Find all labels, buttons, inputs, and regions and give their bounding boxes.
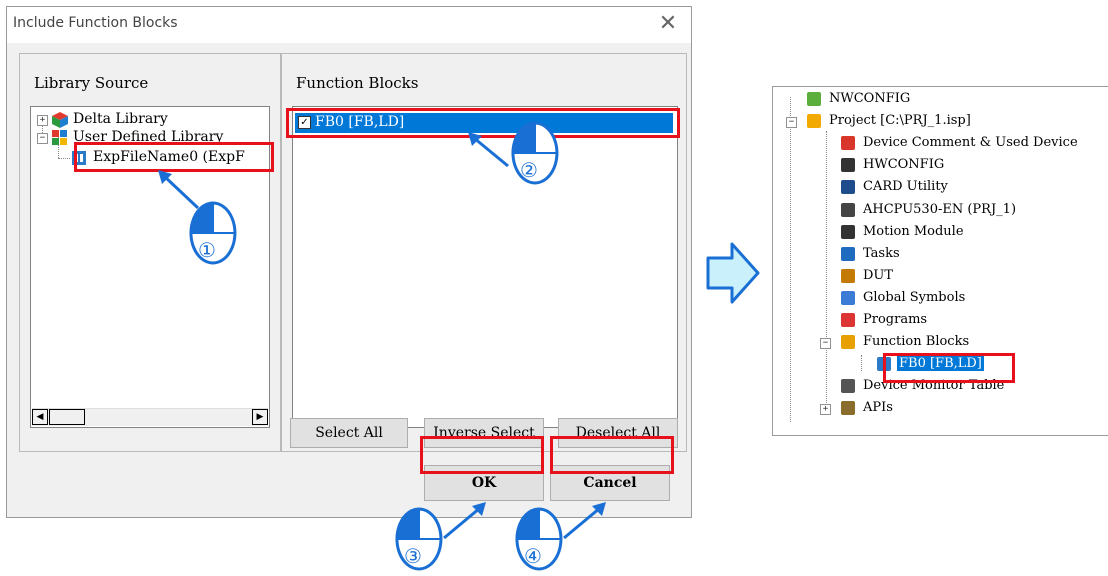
programs-icon — [841, 313, 855, 327]
scroll-left-icon[interactable]: ◀ — [32, 409, 48, 425]
callout-3: ③ — [394, 506, 444, 571]
project-tree-item-label: AHCPU530-EN (PRJ_1) — [863, 201, 1017, 217]
project-tree-item-label: CARD Utility — [863, 179, 948, 195]
project-tree-item-label: Tasks — [863, 245, 900, 261]
project-tree-item-label: HWCONFIG — [863, 157, 945, 173]
project-tree-item-label: Project [C:\PRJ_1.isp] — [829, 113, 971, 129]
tree-item-label: Delta Library — [73, 111, 168, 127]
arrow-icon — [158, 170, 200, 210]
network-config-icon — [807, 92, 821, 106]
library-source-group: Library Source + Delta Library − User De… — [19, 53, 281, 452]
card-icon — [841, 180, 855, 195]
callout-number: ① — [198, 238, 216, 262]
select-all-button[interactable]: Select All — [290, 418, 408, 448]
fb0-checkbox[interactable]: ✓ — [298, 116, 311, 129]
callout-4: ④ — [514, 506, 564, 571]
project-tree-item-label: Device Comment & Used Device — [863, 135, 1078, 151]
callout-2: ② — [510, 120, 560, 185]
callout-number: ③ — [404, 544, 422, 568]
motion-module-icon — [841, 224, 855, 239]
tree-item-label: ExpFileName0 (ExpF — [93, 149, 245, 165]
project-tree-item-label: NWCONFIG — [829, 91, 911, 106]
project-folder-icon — [807, 114, 821, 129]
callout-number: ④ — [524, 544, 542, 568]
cancel-button[interactable]: Cancel — [550, 465, 670, 501]
project-tree-item-label: Programs — [863, 312, 928, 327]
project-tree-item-label: Function Blocks — [863, 334, 970, 350]
ok-button[interactable]: OK — [424, 465, 544, 501]
project-tree-item-label: Motion Module — [863, 223, 964, 239]
scrollbar-thumb[interactable] — [49, 409, 85, 425]
project-tree-panel: NWCONFIG Project [C:\PRJ_1.isp] − Device Co… — [772, 86, 1108, 436]
deselect-all-button[interactable]: Deselect All — [558, 418, 678, 448]
hardware-config-icon — [841, 158, 855, 173]
global-symbols-icon — [841, 290, 855, 305]
tasks-icon — [841, 246, 855, 261]
horizontal-scrollbar[interactable]: ◀ ▶ — [32, 408, 268, 426]
callout-number: ② — [520, 158, 538, 182]
expand-icon[interactable]: + — [37, 115, 48, 126]
project-tree-item-label: FB0 [FB,LD] — [897, 356, 984, 372]
list-item-label: FB0 [FB,LD] — [315, 114, 405, 130]
inverse-select-button[interactable]: Inverse Select — [424, 418, 544, 448]
tree-connector — [826, 131, 827, 415]
arrow-icon — [468, 132, 509, 168]
project-tree-item-label: Global Symbols — [863, 289, 966, 305]
tree-connector — [58, 158, 70, 159]
file-module-icon — [71, 150, 87, 170]
cpu-icon — [841, 202, 855, 217]
device-comment-icon — [841, 136, 855, 151]
dialog-title: Include Function Blocks — [13, 15, 178, 31]
collapse-icon[interactable]: − — [820, 338, 831, 350]
arrow-icon — [443, 502, 486, 540]
collapse-icon[interactable]: − — [786, 117, 797, 129]
monitor-table-icon — [841, 379, 855, 394]
collapse-icon[interactable]: − — [37, 133, 48, 144]
dut-icon — [841, 268, 855, 283]
project-tree-item-label: DUT — [863, 267, 894, 283]
fb-icon — [877, 357, 891, 372]
project-tree-item-label: Device Monitor Table — [863, 378, 1005, 394]
transition-arrow-icon — [706, 242, 760, 304]
expand-icon[interactable]: + — [820, 404, 831, 416]
arrow-icon — [563, 502, 606, 540]
close-icon[interactable]: ✕ — [655, 11, 681, 37]
function-blocks-icon — [841, 335, 855, 350]
function-blocks-group: Function Blocks ✓ FB0 [FB,LD] Select All… — [281, 53, 687, 452]
scroll-right-icon[interactable]: ▶ — [252, 409, 268, 425]
tree-connector — [790, 97, 791, 422]
tree-item-label: User Defined Library — [73, 129, 224, 145]
function-blocks-label: Function Blocks — [296, 74, 419, 92]
library-source-label: Library Source — [34, 74, 149, 92]
library-tree[interactable]: + Delta Library − User Defined Library E… — [30, 106, 270, 428]
dialog-titlebar: Include Function Blocks ✕ — [7, 7, 691, 43]
tree-connector — [861, 355, 862, 371]
include-function-blocks-dialog: Include Function Blocks ✕ Library Source… — [6, 6, 692, 518]
library-icon — [51, 129, 69, 151]
project-tree-item-label: APIs — [863, 400, 893, 416]
apis-icon — [841, 401, 855, 416]
